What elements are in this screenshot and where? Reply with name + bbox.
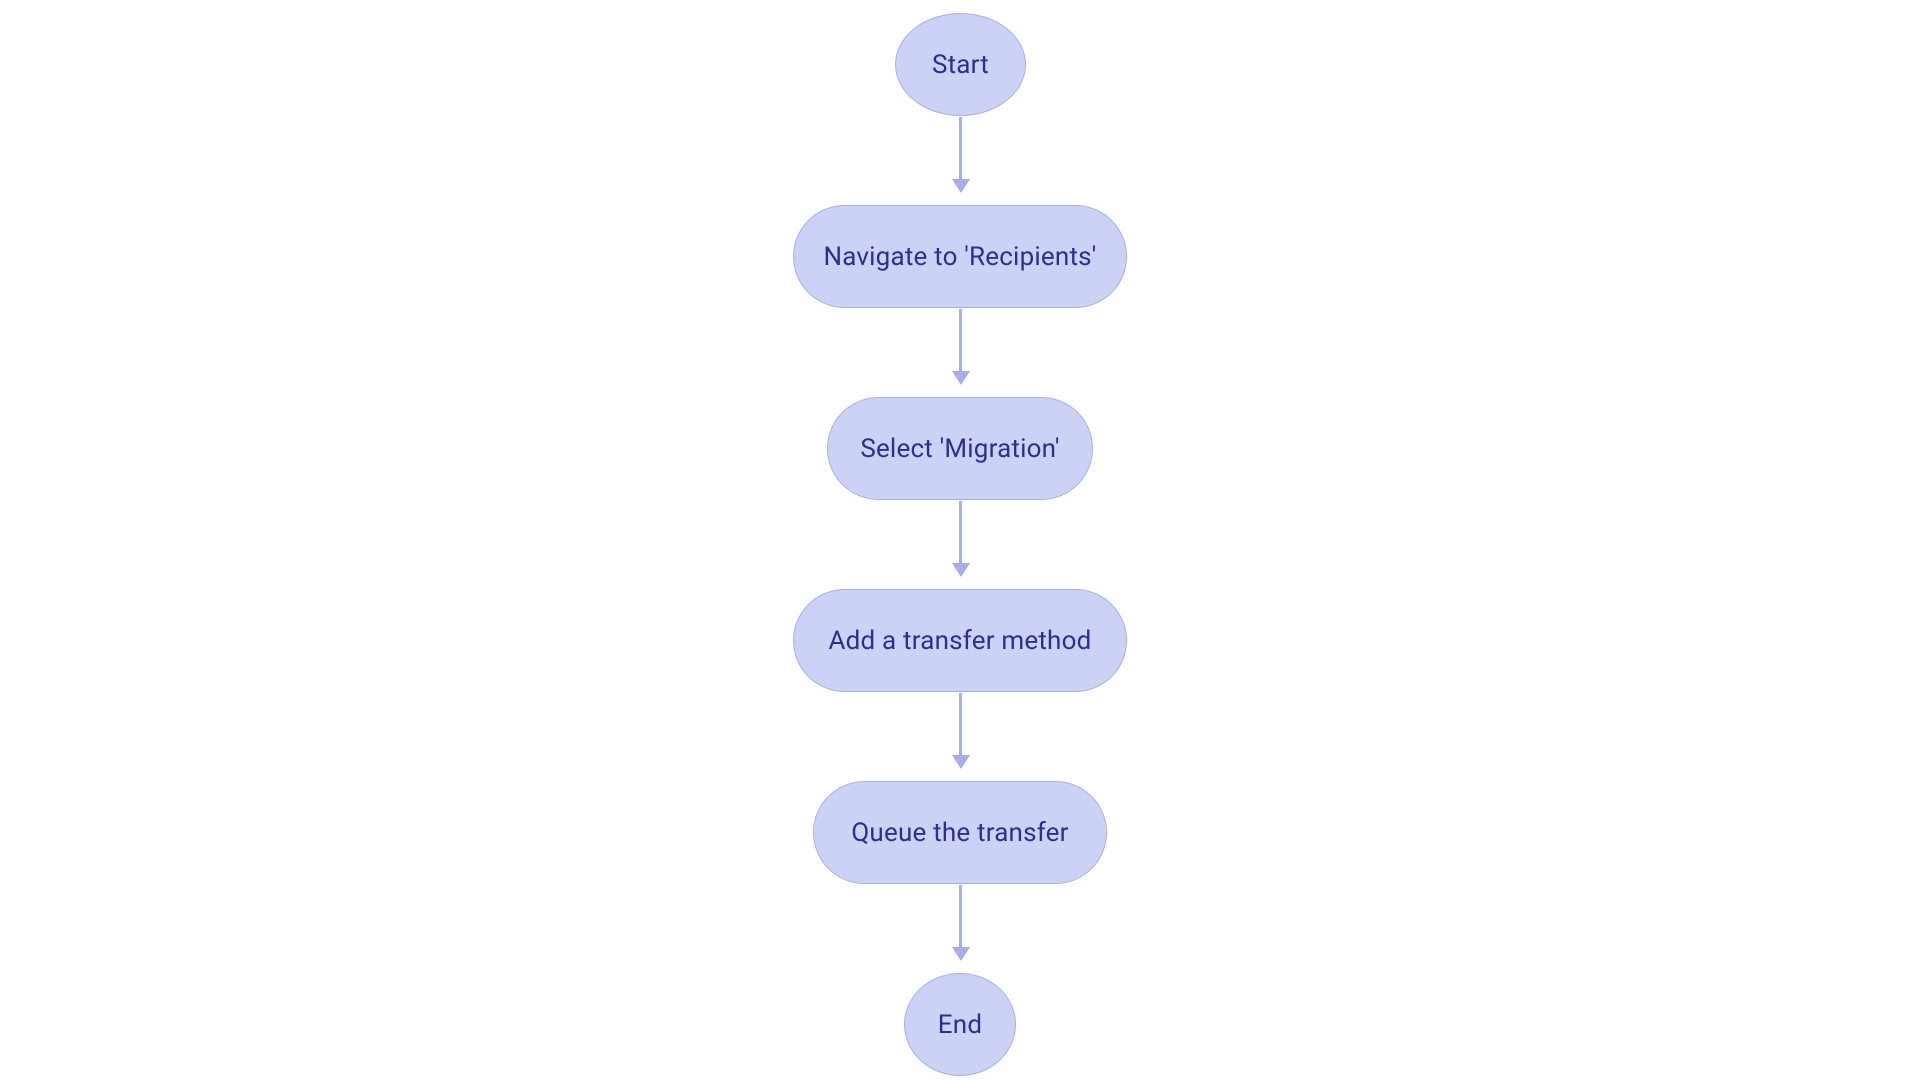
node-label: Navigate to 'Recipients' — [823, 242, 1096, 272]
flowchart-canvas: Start Navigate to 'Recipients' Select 'M… — [0, 0, 1920, 1080]
flowchart-node-select-migration: Select 'Migration' — [827, 397, 1093, 500]
flowchart-arrow — [959, 693, 962, 767]
flowchart-node-navigate-recipients: Navigate to 'Recipients' — [793, 205, 1127, 308]
flowchart-node-add-transfer-method: Add a transfer method — [793, 589, 1127, 692]
flowchart-arrow — [959, 117, 962, 191]
flowchart-arrow — [959, 501, 962, 575]
node-label: Queue the transfer — [851, 818, 1068, 848]
flowchart-node-queue-transfer: Queue the transfer — [813, 781, 1107, 884]
node-label: Start — [932, 50, 989, 80]
flowchart-node-end: End — [904, 973, 1016, 1076]
flowchart-arrow — [959, 309, 962, 383]
flowchart-node-start: Start — [895, 13, 1026, 116]
node-label: Add a transfer method — [829, 626, 1092, 656]
node-label: Select 'Migration' — [860, 434, 1059, 464]
node-label: End — [938, 1010, 982, 1040]
flowchart-arrow — [959, 885, 962, 959]
